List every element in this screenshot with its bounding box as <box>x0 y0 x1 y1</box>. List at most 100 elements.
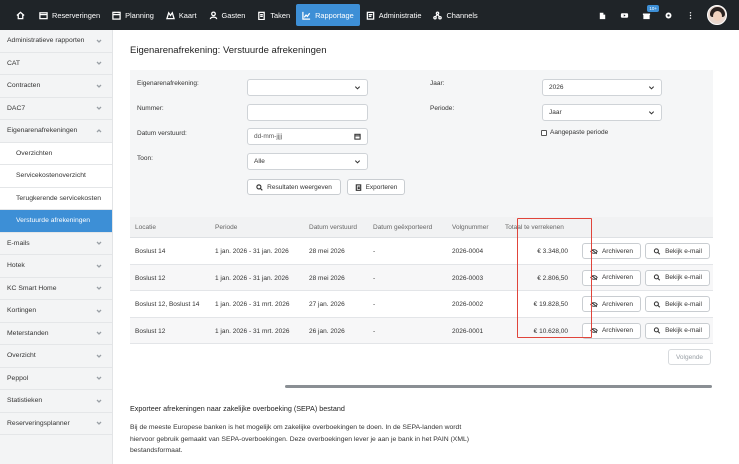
admin-icon <box>366 11 374 20</box>
sidebar-item-label: Peppol <box>7 374 29 382</box>
sidebar-item-label: Reserveringsplanner <box>7 419 70 427</box>
chevron-down-icon <box>96 240 102 246</box>
sidebar-subitem-servicekostenoverzicht[interactable]: Servicekostenoverzicht <box>0 165 112 188</box>
chevron-down-icon <box>96 330 102 336</box>
eigenaren-select[interactable] <box>247 79 368 96</box>
toon-select-value: Alle <box>254 158 265 165</box>
chevron-down-icon <box>354 160 361 164</box>
sidebar-item-reserveringsplanner[interactable]: Reserveringsplanner <box>0 413 112 435</box>
nav-planning[interactable]: Planning <box>106 4 160 26</box>
sidebar-item-cat[interactable]: CAT <box>0 53 112 75</box>
col-locatie[interactable]: Locatie <box>135 224 156 231</box>
nav-reserveringen[interactable]: Reserveringen <box>33 4 106 26</box>
sidebar-item-dac7[interactable]: DAC7 <box>0 98 112 120</box>
sidebar-item-meterstanden[interactable]: Meterstanden <box>0 323 112 345</box>
col-datum-verstuurd[interactable]: Datum verstuurd <box>309 224 357 231</box>
nav-label: Planning <box>125 10 154 20</box>
nummer-input[interactable] <box>247 104 368 121</box>
sidebar-item-label: Kortingen <box>7 307 37 315</box>
table-row: Boslust 12, Boslust 14 1 jan. 2026 - 31 … <box>130 291 713 318</box>
nav-label: Administratie <box>378 10 422 20</box>
col-volgnummer[interactable]: Volgnummer <box>452 224 489 231</box>
checkbox-box[interactable] <box>541 129 547 136</box>
horizontal-scrollbar[interactable] <box>285 385 712 388</box>
sidebar-subitem-terugkerende-servicekosten[interactable]: Terugkerende servicekosten <box>0 187 112 210</box>
show-results-label: Resultaten weergeven <box>267 183 332 191</box>
sidebar-item-contracten[interactable]: Contracten <box>0 75 112 98</box>
sidebar-item-label: KC Smart Home <box>7 284 57 292</box>
nav-label: Rapportage <box>315 10 354 20</box>
sidebar-item-statistieken[interactable]: Statistieken <box>0 390 112 413</box>
sidebar-item-label: Contracten <box>7 82 41 90</box>
search-icon <box>653 300 661 308</box>
datum-label: Datum verstuurd: <box>137 130 187 137</box>
cell-periode: 1 jan. 2026 - 31 jan. 2026 <box>215 274 289 282</box>
home-button[interactable] <box>0 4 33 26</box>
cell-locatie: Boslust 14 <box>135 248 166 255</box>
view-email-button[interactable]: Bekijk e-mail <box>645 269 710 286</box>
view-email-button[interactable]: Bekijk e-mail <box>645 322 710 339</box>
aangepaste-periode-checkbox[interactable]: Aangepaste periode <box>541 129 608 136</box>
sidebar-item-e-mails[interactable]: E-mails <box>0 233 112 255</box>
nav-label: Gasten <box>221 10 246 20</box>
nav-label: Reserveringen <box>52 10 101 20</box>
nav-gasten[interactable]: Gasten <box>203 4 252 26</box>
view-email-label: Bekijk e-mail <box>665 247 702 255</box>
datum-input[interactable]: dd-mm-jjjj <box>247 128 368 145</box>
col-datum-geexporteerd[interactable]: Datum geëxporteerd <box>373 224 432 231</box>
archive-label: Archiveren <box>601 247 634 255</box>
chevron-down-icon <box>648 111 655 115</box>
aangepaste-periode-label: Aangepaste periode <box>550 129 609 136</box>
sepa-description: Bij de meeste Europese banken is het mog… <box>130 422 510 457</box>
show-results-button[interactable]: Resultaten weergeven <box>247 179 341 195</box>
next-page-button[interactable]: Volgende <box>668 349 711 365</box>
video-button[interactable] <box>613 4 635 26</box>
sidebar-item-administratieve-rapporten[interactable]: Administratieve rapporten <box>0 30 112 53</box>
nav-rapportage[interactable]: Rapportage <box>296 4 360 26</box>
cell-export: - <box>373 274 376 282</box>
jaar-select[interactable]: 2026 <box>542 79 662 96</box>
search-icon <box>653 247 661 255</box>
home-icon <box>16 11 25 19</box>
more-button[interactable] <box>679 4 701 26</box>
view-email-button[interactable]: Bekijk e-mail <box>645 296 710 312</box>
sidebar-subitem-overzichten[interactable]: Overzichten <box>0 142 112 165</box>
col-periode[interactable]: Periode <box>215 224 237 231</box>
map-icon <box>165 10 175 19</box>
sidebar-item-peppol[interactable]: Peppol <box>0 368 112 390</box>
chart-icon <box>302 11 311 20</box>
settings-button[interactable] <box>657 4 679 26</box>
eigenaren-label: Eigenarenafrekening: <box>137 80 199 87</box>
table-row: Boslust 12 1 jan. 2026 - 31 jan. 2026 28… <box>130 264 713 291</box>
sepa-line: hiervoor gebruik gemaakt van SEPA-overbo… <box>130 435 470 443</box>
sepa-title: Exporteer afrekeningen naar zakelijke ov… <box>130 404 345 413</box>
view-email-button[interactable]: Bekijk e-mail <box>645 243 710 259</box>
sidebar-subitem-verstuurde-afrekeningen[interactable]: Verstuurde afrekeningen <box>0 210 112 233</box>
sidebar-item-kc-smart-home[interactable]: KC Smart Home <box>0 278 112 300</box>
reservations-icon <box>39 11 48 19</box>
sidebar-item-hotek[interactable]: Hotek <box>0 255 112 278</box>
cell-periode: 1 jan. 2026 - 31 mrt. 2026 <box>215 327 290 335</box>
nav-administratie[interactable]: Administratie <box>360 4 428 26</box>
nav-taken[interactable]: Taken <box>251 4 296 26</box>
view-email-label: Bekijk e-mail <box>665 300 702 308</box>
guests-icon <box>209 10 217 19</box>
sidebar-item-overzicht[interactable]: Overzicht <box>0 345 112 368</box>
chevron-down-icon <box>96 398 102 404</box>
chevron-down-icon <box>96 308 102 314</box>
nav-channels[interactable]: Channels <box>427 4 483 26</box>
sidebar-item-label: Servicekostenoverzicht <box>16 172 86 180</box>
export-button[interactable]: Exporteren <box>347 179 405 195</box>
avatar[interactable] <box>707 5 727 25</box>
notifications-button[interactable]: 10+ <box>635 4 659 26</box>
tasks-icon <box>258 11 266 20</box>
nav-kaart[interactable]: Kaart <box>160 4 203 26</box>
sidebar-item-kortingen[interactable]: Kortingen <box>0 300 112 323</box>
building-button[interactable] <box>591 4 613 26</box>
top-right-tools: 10+ <box>591 0 739 30</box>
sidebar-item-eigenarenafrekeningen[interactable]: Eigenarenafrekeningen <box>0 120 112 143</box>
youtube-icon <box>620 12 628 18</box>
periode-select[interactable]: Jaar <box>542 104 662 121</box>
datum-placeholder: dd-mm-jjjj <box>254 133 283 140</box>
toon-select[interactable]: Alle <box>247 153 368 170</box>
